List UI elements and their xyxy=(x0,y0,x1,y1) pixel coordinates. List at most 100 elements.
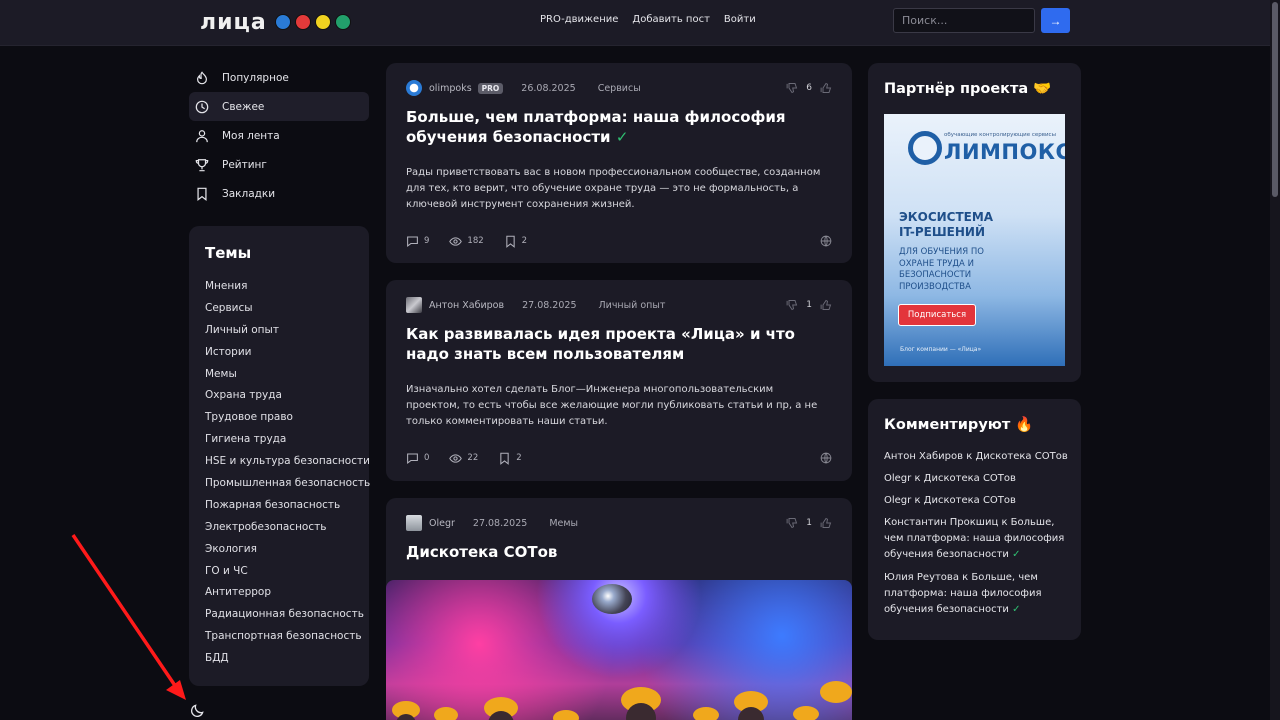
post-votes: 6 xyxy=(786,82,832,94)
blue-face-icon xyxy=(274,14,291,30)
menu-item-rating[interactable]: Рейтинг xyxy=(189,150,369,179)
post-author[interactable]: Olegr xyxy=(429,518,455,529)
menu-item-fresh[interactable]: Свежее xyxy=(189,92,369,121)
subscribe-button[interactable]: Подписаться xyxy=(898,304,976,326)
search-button[interactable]: → xyxy=(1041,8,1070,33)
avatar[interactable] xyxy=(406,515,422,531)
menu-label: Свежее xyxy=(222,100,265,113)
topic-item[interactable]: HSE и культура безопасности xyxy=(205,451,370,473)
topic-item[interactable]: Охрана труда xyxy=(205,385,353,407)
header-nav: PRO-движение Добавить пост Войти xyxy=(540,14,756,25)
olimpoks-logo-icon xyxy=(908,131,942,165)
menu-label: Рейтинг xyxy=(222,158,267,171)
post-category[interactable]: Сервисы xyxy=(598,83,641,94)
menu-item-bookmarks[interactable]: Закладки xyxy=(189,179,369,208)
topic-item[interactable]: Экология xyxy=(205,539,353,561)
nav-pro[interactable]: PRO-движение xyxy=(540,14,618,25)
partner-banner[interactable]: обучающие контролирующие сервисы ЛИМПОКС… xyxy=(884,114,1065,366)
topic-item[interactable]: Мнения xyxy=(205,276,353,298)
comments-count: 0 xyxy=(424,453,430,463)
post-author[interactable]: olimpoks xyxy=(429,83,472,94)
post-title[interactable]: Больше, чем платформа: наша философия об… xyxy=(406,108,822,147)
post-card[interactable]: Антон Хабиров 27.08.2025 Личный опыт 1 К… xyxy=(386,280,852,481)
post-title[interactable]: Как развивалась идея проекта «Лица» и чт… xyxy=(406,325,822,364)
post-author[interactable]: Антон Хабиров xyxy=(429,300,504,311)
verified-check-icon: ✓ xyxy=(1012,604,1021,615)
post-stats: 9 182 2 xyxy=(406,234,832,248)
bookmarks-count: 2 xyxy=(516,453,522,463)
post-meta: Антон Хабиров 27.08.2025 Личный опыт 1 xyxy=(406,297,832,313)
menu-item-my-feed[interactable]: Моя лента xyxy=(189,121,369,150)
comment-item[interactable]: Константин Прокшиц к Больше, чем платфор… xyxy=(884,515,1071,563)
search-input[interactable] xyxy=(893,8,1035,33)
topic-item[interactable]: Электробезопасность xyxy=(205,517,353,539)
comment-item[interactable]: Антон Хабиров к Дискотека СОТов xyxy=(884,449,1071,466)
nav-login[interactable]: Войти xyxy=(724,14,756,25)
vote-count: 1 xyxy=(806,518,812,528)
theme-toggle-moon-icon[interactable] xyxy=(190,703,205,718)
topic-item[interactable]: Гигиена труда xyxy=(205,429,353,451)
thumb-up-icon[interactable] xyxy=(820,82,832,94)
thumb-down-icon[interactable] xyxy=(786,82,798,94)
post-card[interactable]: Olegr 27.08.2025 Мемы 1 Дискотека СОТов xyxy=(386,498,852,720)
comment-item[interactable]: Olegr к Дискотека СОТов xyxy=(884,493,1071,510)
avatar[interactable] xyxy=(406,80,422,96)
topic-item[interactable]: Радиационная безопасность xyxy=(205,604,364,626)
topic-item[interactable]: Промышленная безопасность xyxy=(205,473,370,495)
post-votes: 1 xyxy=(786,517,832,529)
partner-title: Партнёр проекта 🤝 xyxy=(884,81,1052,97)
topic-item[interactable]: Транспортная безопасность xyxy=(205,626,362,648)
top-header: лица PRO-движение Добавить пост Войти → xyxy=(0,0,1270,46)
banner-small-text: обучающие контролирующие сервисы xyxy=(944,132,1056,138)
clock-icon xyxy=(195,100,209,113)
post-image[interactable] xyxy=(386,580,852,720)
disco-ball xyxy=(592,584,632,614)
topic-item[interactable]: Трудовое право xyxy=(205,407,353,429)
banner-subheadline: ДЛЯ ОБУЧЕНИЯ ПО ОХРАНЕ ТРУДА И БЕЗОПАСНО… xyxy=(899,247,984,292)
post-title-text[interactable]: Больше, чем платформа: наша философия об… xyxy=(406,108,786,146)
topic-item[interactable]: Сервисы xyxy=(205,298,353,320)
vote-count: 6 xyxy=(806,83,812,93)
banner-brand: ЛИМПОКС xyxy=(944,140,1065,164)
nav-add-post[interactable]: Добавить пост xyxy=(632,14,710,25)
avatar[interactable] xyxy=(406,297,422,313)
crowd-silhouettes xyxy=(392,681,852,720)
yellow-face-icon xyxy=(314,14,331,30)
comment-icon xyxy=(407,453,418,464)
comments-stat[interactable]: 9 xyxy=(406,235,429,248)
post-title[interactable]: Дискотека СОТов xyxy=(406,543,822,563)
thumb-down-icon[interactable] xyxy=(786,517,798,529)
post-category[interactable]: Мемы xyxy=(549,518,578,529)
bookmarks-count: 2 xyxy=(521,236,528,246)
comment-item[interactable]: Olegr к Дискотека СОТов xyxy=(884,471,1071,488)
topic-item[interactable]: БДД xyxy=(205,648,353,670)
topic-item[interactable]: Истории xyxy=(205,342,353,364)
left-menu: Популярное Свежее Моя лента Рейтинг Закл… xyxy=(189,63,369,208)
bookmarks-stat[interactable]: 2 xyxy=(498,452,522,465)
menu-label: Популярное xyxy=(222,71,289,84)
post-card[interactable]: olimpoks PRO 26.08.2025 Сервисы 6 Больше… xyxy=(386,63,852,263)
topic-item[interactable]: Пожарная безопасность xyxy=(205,495,353,517)
banner-footer: Блог компании — «Лица» xyxy=(900,346,982,353)
scrollbar-thumb[interactable] xyxy=(1272,2,1278,197)
topic-item[interactable]: Мемы xyxy=(205,364,353,386)
thumb-up-icon[interactable] xyxy=(820,299,832,311)
comment-item[interactable]: Юлия Реутова к Больше, чем платформа: на… xyxy=(884,570,1071,618)
page-scrollbar[interactable] xyxy=(1270,0,1280,720)
thumb-down-icon[interactable] xyxy=(786,299,798,311)
bookmarks-stat[interactable]: 2 xyxy=(504,235,527,248)
thumb-up-icon[interactable] xyxy=(820,517,832,529)
post-meta: Olegr 27.08.2025 Мемы 1 xyxy=(406,515,832,531)
menu-item-popular[interactable]: Популярное xyxy=(189,63,369,92)
topic-item[interactable]: Личный опыт xyxy=(205,320,353,342)
post-category[interactable]: Личный опыт xyxy=(599,300,666,311)
globe-icon xyxy=(820,452,832,464)
topic-item[interactable]: Антитеррор xyxy=(205,582,353,604)
topic-item[interactable]: ГО и ЧС xyxy=(205,561,353,583)
comments-stat[interactable]: 0 xyxy=(406,452,429,465)
topics-panel: Темы Мнения Сервисы Личный опыт Истории Мемы… xyxy=(189,226,370,686)
bookmark-icon xyxy=(505,235,515,248)
site-logo[interactable]: лица xyxy=(200,9,351,35)
fire-icon xyxy=(197,70,207,84)
comment-text[interactable]: Константин Прокшиц к Больше, чем платфор… xyxy=(884,517,1064,560)
